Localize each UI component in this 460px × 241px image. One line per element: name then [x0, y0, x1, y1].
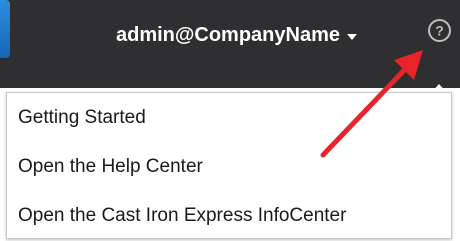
- top-navigation-bar: admin@CompanyName ?: [0, 0, 460, 88]
- app-tab-edge[interactable]: [0, 0, 10, 58]
- caret-down-icon: [347, 33, 357, 40]
- menu-item-help-center[interactable]: Open the Help Center: [18, 156, 203, 178]
- user-account-label: admin@CompanyName: [116, 24, 340, 46]
- menu-item-getting-started[interactable]: Getting Started: [18, 107, 146, 129]
- user-account-menu[interactable]: admin@CompanyName: [116, 22, 357, 48]
- question-circle-icon[interactable]: ?: [427, 18, 452, 43]
- help-dropdown-menu: Getting Started Open the Help Center Ope…: [6, 92, 452, 239]
- menu-item-infocenter[interactable]: Open the Cast Iron Express InfoCenter: [18, 205, 346, 227]
- svg-text:?: ?: [435, 23, 444, 39]
